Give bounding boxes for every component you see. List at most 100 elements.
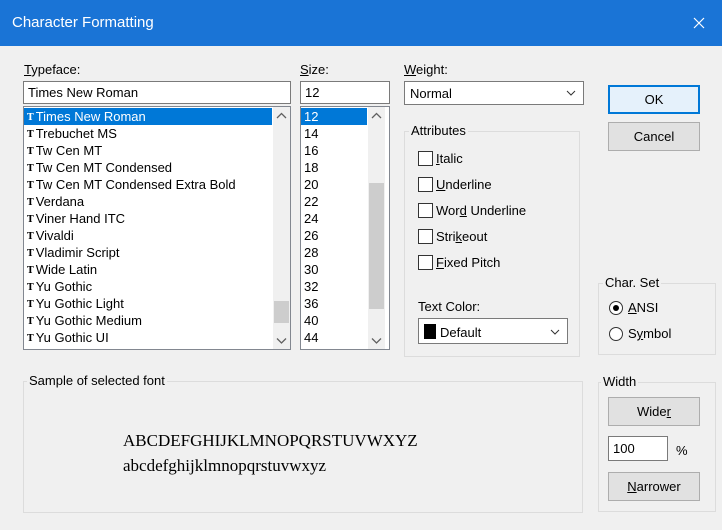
fixed-pitch-checkbox[interactable] <box>418 255 433 270</box>
size-list-item[interactable]: 32 <box>301 278 367 295</box>
size-list-item[interactable]: 14 <box>301 125 367 142</box>
sample-label: Sample of selected font <box>27 373 167 388</box>
charset-group: Char. Set <box>598 275 716 355</box>
typeface-list-item[interactable]: T Viner Hand ITC <box>24 210 272 227</box>
scroll-thumb[interactable] <box>274 301 289 323</box>
italic-checkbox[interactable] <box>418 151 433 166</box>
strikeout-label: Strikeout <box>436 229 488 244</box>
weight-dropdown[interactable]: Normal <box>404 81 584 105</box>
typeface-list-item-label: Viner Hand ITC <box>35 211 126 226</box>
text-color-value: Default <box>440 325 482 340</box>
size-list-item[interactable]: 26 <box>301 227 367 244</box>
typeface-list-item[interactable]: T Verdana <box>24 193 272 210</box>
chevron-down-icon <box>566 90 576 96</box>
weight-value: Normal <box>410 86 452 101</box>
size-list-item[interactable]: 40 <box>301 312 367 329</box>
truetype-icon: T <box>27 334 34 344</box>
truetype-icon: T <box>27 181 34 191</box>
size-list-item[interactable]: 16 <box>301 142 367 159</box>
typeface-list-item[interactable]: T Yu Gothic Light <box>24 295 272 312</box>
chevron-down-icon <box>550 329 560 335</box>
window-title: Character Formatting <box>12 14 154 31</box>
size-list-item[interactable]: 44 <box>301 329 367 346</box>
typeface-list-item-label: Verdana <box>35 194 85 209</box>
typeface-list-item[interactable]: T Vivaldi <box>24 227 272 244</box>
truetype-icon: T <box>27 249 34 259</box>
typeface-list-item-label: Vladimir Script <box>35 245 120 260</box>
size-list-item[interactable]: 20 <box>301 176 367 193</box>
typeface-label: Typeface: <box>24 62 81 77</box>
typeface-list[interactable]: T Times New Roman T Trebuchet MS T Tw Cen MT T… <box>23 106 291 350</box>
size-list-item[interactable]: 18 <box>301 159 367 176</box>
typeface-scrollbar[interactable] <box>273 107 290 349</box>
typeface-list-item-label: Vivaldi <box>35 228 74 243</box>
color-swatch <box>424 324 436 339</box>
scroll-thumb[interactable] <box>369 183 384 309</box>
typeface-list-item[interactable]: T Tw Cen MT Condensed Extra Bold <box>24 176 272 193</box>
size-list-item[interactable]: 28 <box>301 244 367 261</box>
word-underline-label: Word Underline <box>436 203 527 218</box>
width-label: Width <box>601 374 639 389</box>
fixed-pitch-label: Fixed Pitch <box>436 255 501 270</box>
weight-label: Weight: <box>404 62 448 77</box>
attributes-label: Attributes <box>409 123 468 138</box>
typeface-list-item-label: Wide Latin <box>35 262 98 277</box>
sample-uppercase-text: ABCDEFGHIJKLMNOPQRSTUVWXYZ <box>123 431 418 450</box>
typeface-list-item[interactable]: T Trebuchet MS <box>24 125 272 142</box>
truetype-icon: T <box>27 317 34 327</box>
truetype-icon: T <box>27 283 34 293</box>
size-list-item[interactable]: 12 <box>301 108 367 125</box>
size-scrollbar[interactable] <box>368 107 385 349</box>
typeface-list-item-label: Yu Gothic <box>35 279 93 294</box>
radio-symbol[interactable] <box>609 327 623 341</box>
truetype-icon: T <box>27 300 34 310</box>
size-list-item[interactable]: 30 <box>301 261 367 278</box>
typeface-list-item-label: Trebuchet MS <box>35 126 117 141</box>
typeface-list-item-label: Yu Gothic Light <box>35 296 124 311</box>
radio-ansi[interactable] <box>609 301 623 315</box>
typeface-list-item-label: Yu Gothic Medium <box>35 313 142 328</box>
typeface-list-item[interactable]: T Times New Roman <box>24 108 272 125</box>
width-input[interactable]: 100 <box>608 436 668 461</box>
italic-label: Italic <box>436 151 463 166</box>
scroll-down-arrow-icon[interactable] <box>368 332 385 349</box>
narrower-button[interactable]: Narrower <box>608 472 700 501</box>
typeface-list-item[interactable]: T Wide Latin <box>24 261 272 278</box>
truetype-icon: T <box>27 113 34 123</box>
close-button[interactable] <box>676 0 722 46</box>
text-color-dropdown[interactable]: Default <box>418 318 568 344</box>
typeface-list-item[interactable]: T Tw Cen MT Condensed <box>24 159 272 176</box>
size-input[interactable]: 12 <box>300 81 390 104</box>
ok-button[interactable]: OK <box>608 85 700 114</box>
typeface-list-item-label: Yu Gothic UI <box>35 330 109 345</box>
width-unit: % <box>676 443 688 458</box>
size-list-item[interactable]: 24 <box>301 210 367 227</box>
typeface-list-item[interactable]: T Vladimir Script <box>24 244 272 261</box>
strikeout-checkbox[interactable] <box>418 229 433 244</box>
typeface-input[interactable]: Times New Roman <box>23 81 291 104</box>
truetype-icon: T <box>27 130 34 140</box>
scroll-up-arrow-icon[interactable] <box>273 107 290 124</box>
word-underline-checkbox[interactable] <box>418 203 433 218</box>
size-label: Size: <box>300 62 329 77</box>
wider-button[interactable]: Wider <box>608 397 700 426</box>
cancel-button[interactable]: Cancel <box>608 122 700 151</box>
typeface-list-item[interactable]: T Yu Gothic <box>24 278 272 295</box>
underline-label: Underline <box>436 177 492 192</box>
scroll-down-arrow-icon[interactable] <box>273 332 290 349</box>
underline-checkbox[interactable] <box>418 177 433 192</box>
size-list[interactable]: 12 14 16 18 20 22 24 26 28 30 32 36 40 44 <box>300 106 390 350</box>
title-bar: Character Formatting <box>0 0 722 46</box>
sample-lowercase-text: abcdefghijklmnopqrstuvwxyz <box>123 456 327 475</box>
truetype-icon: T <box>27 147 34 157</box>
radio-symbol-label: Symbol <box>628 326 672 341</box>
size-list-item[interactable]: 36 <box>301 295 367 312</box>
typeface-list-item[interactable]: T Yu Gothic UI <box>24 329 272 346</box>
truetype-icon: T <box>27 215 34 225</box>
truetype-icon: T <box>27 232 34 242</box>
typeface-list-item[interactable]: T Yu Gothic Medium <box>24 312 272 329</box>
size-list-item[interactable]: 22 <box>301 193 367 210</box>
scroll-up-arrow-icon[interactable] <box>368 107 385 124</box>
typeface-list-item[interactable]: T Tw Cen MT <box>24 142 272 159</box>
truetype-icon: T <box>27 164 34 174</box>
